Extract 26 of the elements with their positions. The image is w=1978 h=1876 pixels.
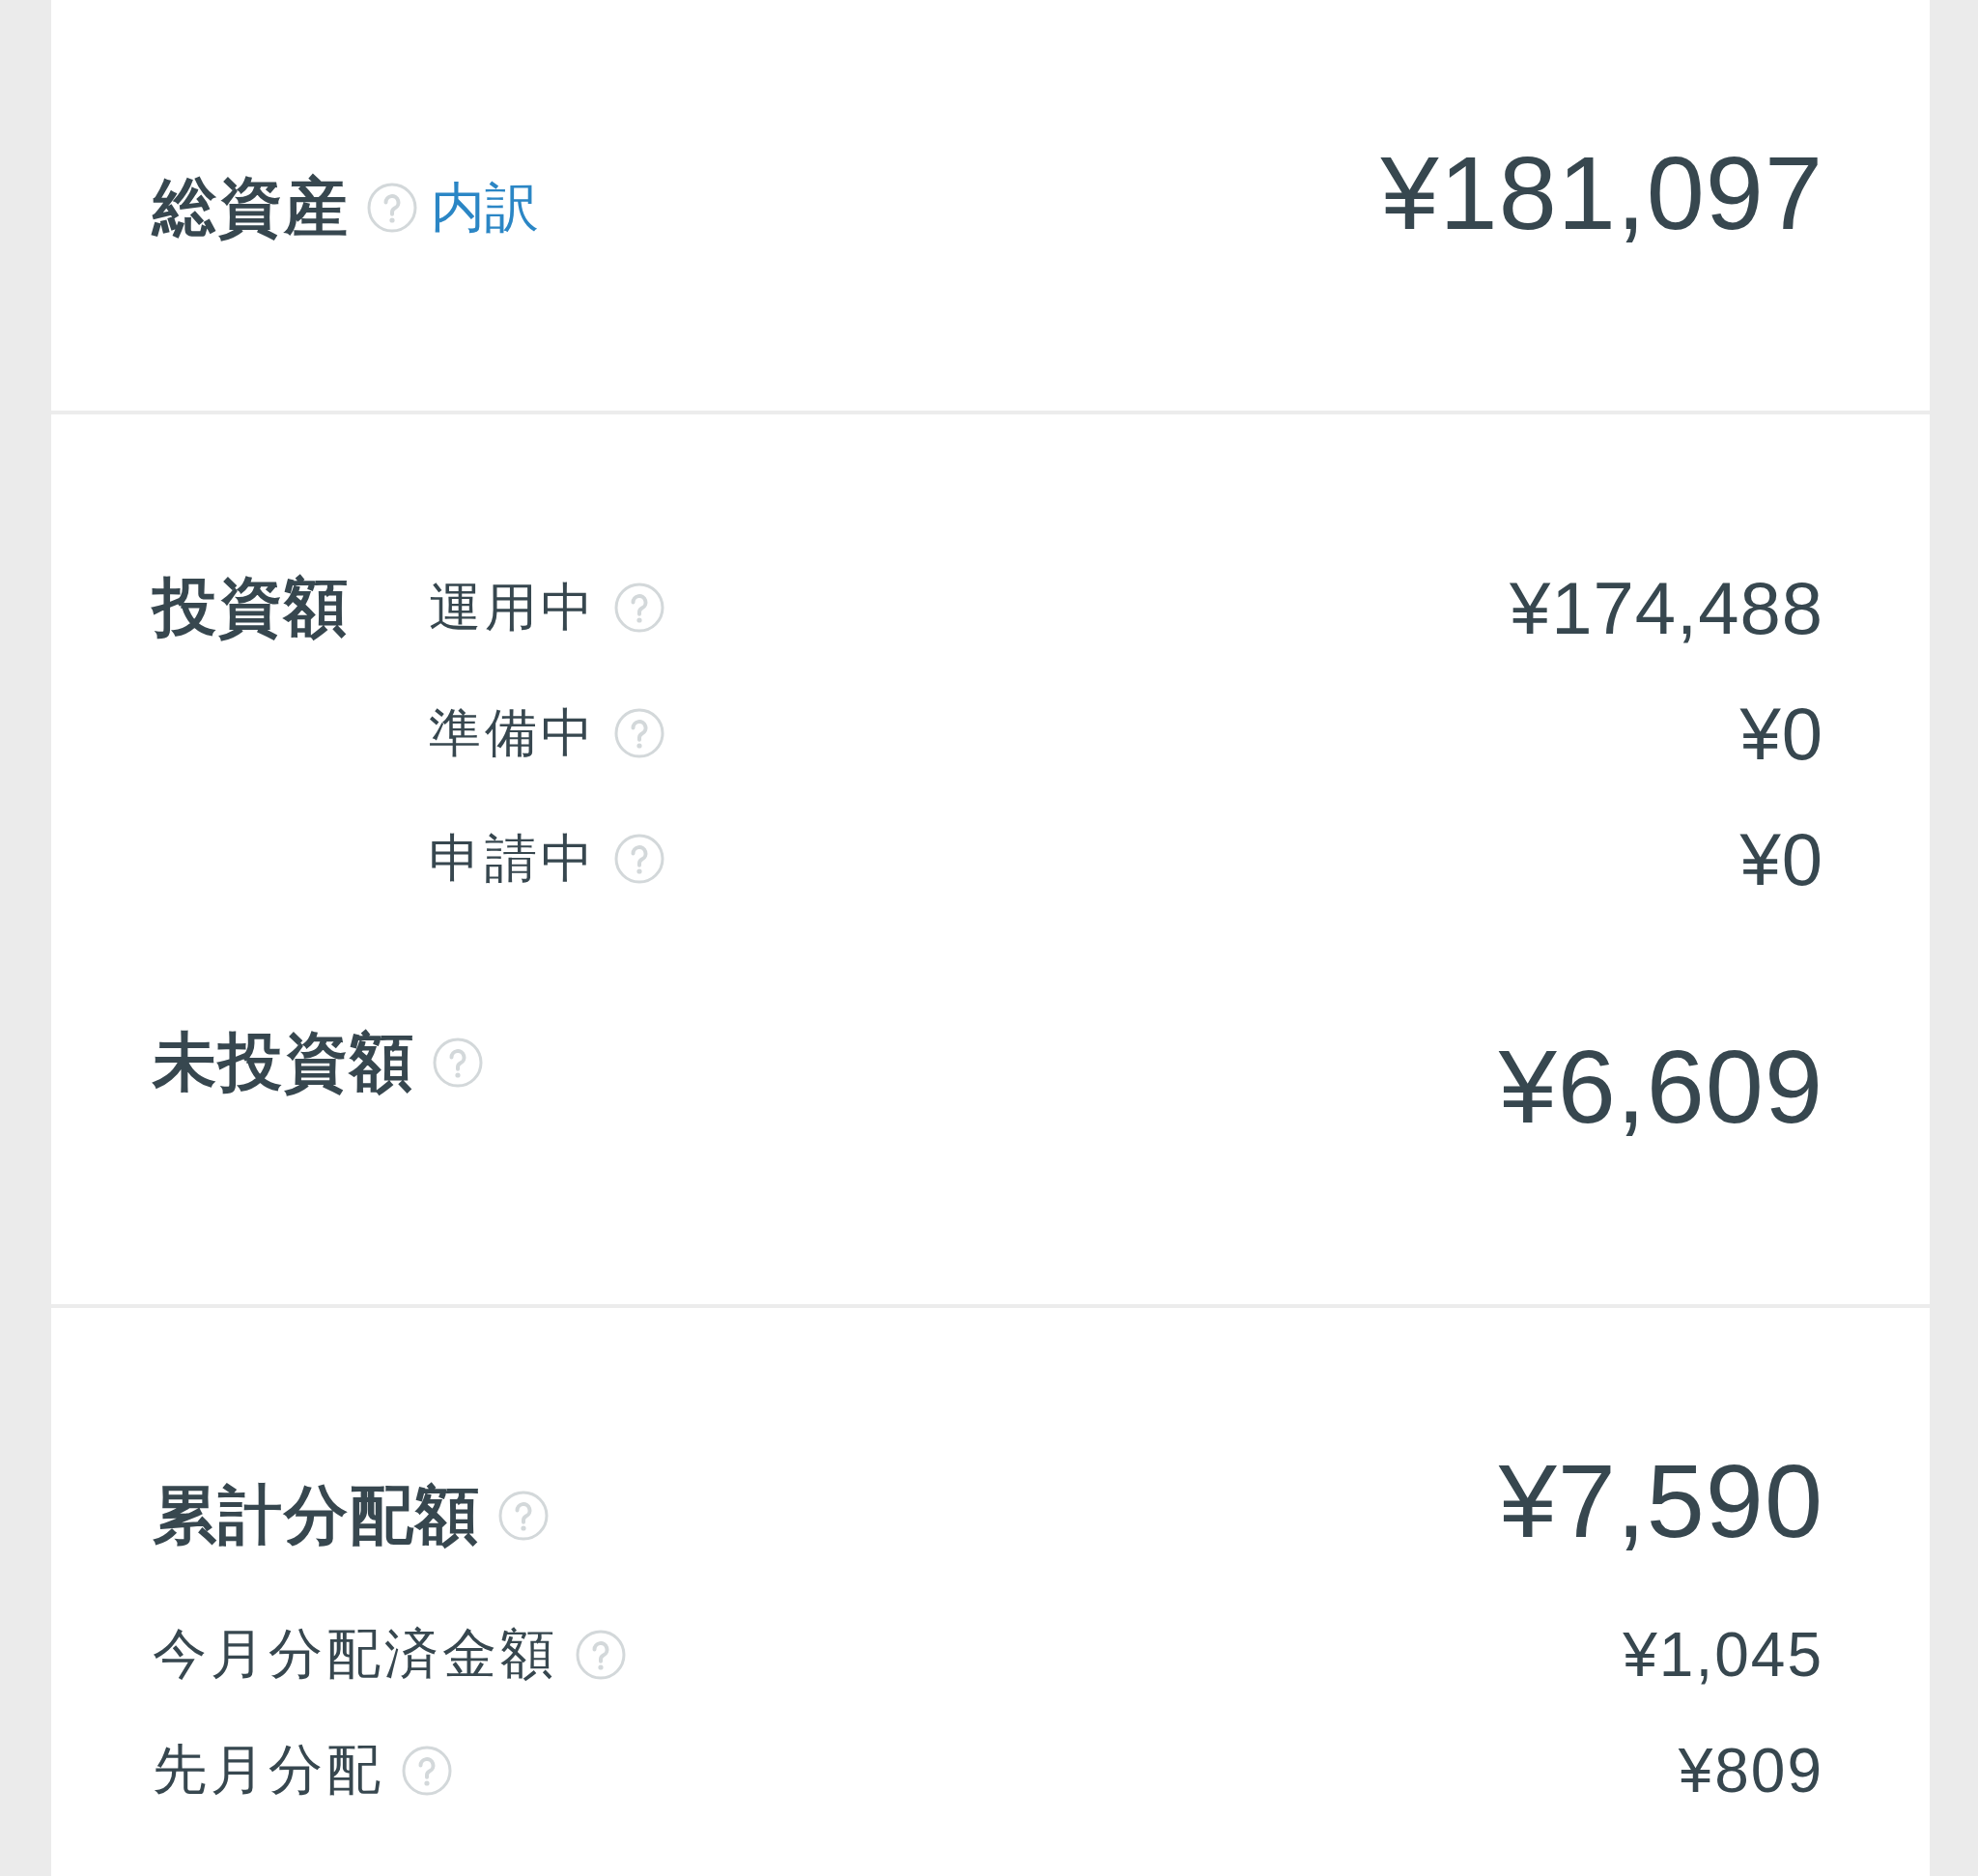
amount-value: ¥809 — [1678, 1735, 1823, 1806]
amount-value: ¥7,590 — [1498, 1441, 1823, 1561]
amount-value: ¥1,045 — [1623, 1619, 1823, 1691]
help-icon[interactable] — [367, 182, 417, 233]
help-icon[interactable] — [614, 834, 664, 884]
breakdown-link[interactable]: 内訳 — [431, 175, 539, 241]
help-icon[interactable] — [433, 1037, 483, 1088]
heading-label: 未投資額 — [153, 1025, 415, 1099]
row-label: 運用中 — [429, 576, 597, 638]
amount-value: ¥0 — [1739, 691, 1823, 776]
help-icon[interactable] — [498, 1490, 549, 1541]
amount-value: ¥174,488 — [1510, 565, 1823, 650]
amount-value: ¥0 — [1739, 816, 1823, 901]
row-label: 申請中 — [429, 827, 597, 889]
help-icon[interactable] — [576, 1630, 626, 1680]
row-label: 先月分配 — [153, 1738, 384, 1802]
row-label: 今月分配済金額 — [153, 1622, 558, 1686]
help-icon[interactable] — [614, 583, 664, 633]
help-icon[interactable] — [614, 708, 664, 758]
heading-label: 累計分配額 — [153, 1478, 481, 1552]
amount-value: ¥181,097 — [1380, 133, 1823, 253]
heading-label: 投資額 — [153, 570, 350, 645]
row-label: 準備中 — [429, 701, 597, 763]
help-icon[interactable] — [402, 1746, 452, 1796]
amount-value: ¥6,609 — [1498, 1027, 1823, 1147]
heading-label: 総資産 — [153, 170, 350, 244]
